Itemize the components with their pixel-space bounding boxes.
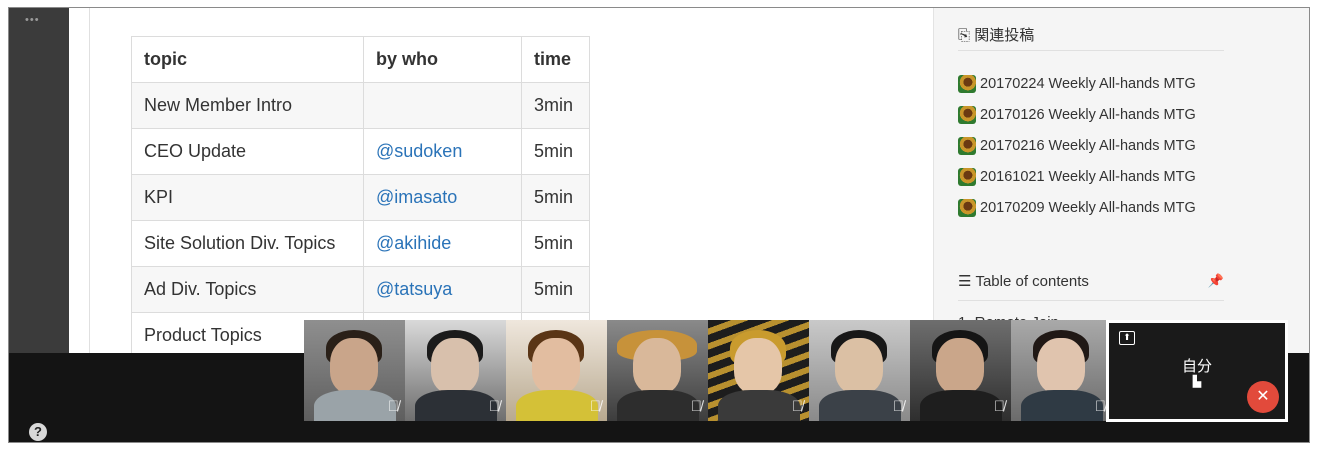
agenda-table: topic by who time New Member Intro 3min … — [131, 36, 590, 359]
related-post-link[interactable]: 20170126 Weekly All-hands MTG — [958, 99, 1196, 130]
presenter-mention-link[interactable]: @sudoken — [363, 128, 522, 175]
video-figure — [532, 338, 580, 394]
sidebar: ⎘ 関連投稿 20170224 Weekly All-hands MTG 201… — [933, 8, 1309, 353]
self-video-tile[interactable]: ⬆ 自分 ▙ ✕ — [1106, 320, 1288, 422]
video-figure — [819, 390, 901, 421]
presenter-mention-link[interactable]: @imasato — [363, 174, 522, 221]
mic-muted-icon: 🎙̸ — [488, 398, 500, 415]
video-figure — [835, 338, 883, 394]
related-post-link[interactable]: 20170216 Weekly All-hands MTG — [958, 130, 1196, 161]
video-figure — [920, 390, 1002, 421]
window-menu-dots[interactable]: ••• — [25, 14, 40, 26]
mic-muted-icon: 🎙̸ — [1094, 398, 1106, 415]
pin-icon[interactable]: 📌 — [1208, 273, 1224, 289]
related-post-title: 20170126 Weekly All-hands MTG — [980, 106, 1196, 123]
help-icon[interactable]: ? — [29, 423, 47, 441]
related-post-link[interactable]: 20170209 Weekly All-hands MTG — [958, 192, 1196, 223]
presenter-mention-link[interactable]: @tatsuya — [363, 266, 522, 313]
participant-video-tile[interactable]: 🎙̸ — [405, 320, 506, 421]
related-posts-heading: ⎘ 関連投稿 — [958, 24, 1034, 45]
related-post-link[interactable]: 20170224 Weekly All-hands MTG — [958, 68, 1196, 99]
related-post-title: 20170216 Weekly All-hands MTG — [980, 137, 1196, 154]
table-row: Site Solution Div. Topics @akihide 5min — [131, 220, 590, 267]
mic-muted-icon: 🎙̸ — [690, 398, 702, 415]
video-figure — [734, 338, 782, 394]
video-figure — [617, 390, 699, 421]
presenter-mention-link[interactable]: @akihide — [363, 220, 522, 267]
main-content: topic by who time New Member Intro 3min … — [69, 8, 933, 359]
time-cell: 3min — [521, 82, 590, 129]
column-header-by-who: by who — [363, 36, 522, 83]
presenter-cell — [363, 82, 522, 129]
author-avatar — [958, 136, 976, 155]
related-posts-list: 20170224 Weekly All-hands MTG 20170126 W… — [958, 68, 1196, 223]
mic-muted-icon: 🎙̸ — [892, 398, 904, 415]
participant-video-tile[interactable]: 🎙̸ — [607, 320, 708, 421]
participant-video-tile[interactable]: 🎙̸ — [506, 320, 607, 421]
topic-cell: CEO Update — [131, 128, 364, 175]
time-cell: 5min — [521, 174, 590, 221]
mic-muted-icon: 🎙̸ — [387, 398, 399, 415]
left-rail: ••• — [9, 8, 69, 353]
participant-video-tile[interactable]: 🎙̸ — [1011, 320, 1112, 421]
divider — [958, 50, 1224, 51]
table-row: New Member Intro 3min — [131, 82, 590, 129]
video-figure — [314, 390, 396, 421]
author-avatar — [958, 74, 976, 93]
author-avatar — [958, 198, 976, 217]
participant-tiles: 🎙̸ 🎙̸ 🎙̸ 🎙̸ 🎙̸ 🎙̸ 🎙̸ 🎙̸ — [304, 320, 1112, 421]
author-avatar — [958, 167, 976, 186]
video-figure — [1021, 390, 1103, 421]
topic-cell: Site Solution Div. Topics — [131, 220, 364, 267]
time-cell: 5min — [521, 220, 590, 267]
mic-muted-icon: 🎙̸ — [993, 398, 1005, 415]
participant-video-tile[interactable]: 🎙̸ — [910, 320, 1011, 421]
participant-video-tile[interactable]: 🎙̸ — [304, 320, 405, 421]
video-figure — [431, 338, 479, 394]
video-figure — [330, 338, 378, 394]
mic-muted-icon: 🎙̸ — [589, 398, 601, 415]
column-header-topic: topic — [131, 36, 364, 83]
video-figure — [936, 338, 984, 394]
video-figure — [1037, 338, 1085, 394]
topic-cell: New Member Intro — [131, 82, 364, 129]
related-post-title: 20170224 Weekly All-hands MTG — [980, 75, 1196, 92]
author-avatar — [958, 105, 976, 124]
mic-muted-icon: 🎙̸ — [791, 398, 803, 415]
time-cell: 5min — [521, 266, 590, 313]
table-row: CEO Update @sudoken 5min — [131, 128, 590, 175]
topic-cell: Ad Div. Topics — [131, 266, 364, 313]
mic-muted-button[interactable]: ✕ — [1247, 381, 1279, 413]
related-post-title: 20170209 Weekly All-hands MTG — [980, 199, 1196, 216]
content-divider — [89, 8, 90, 353]
video-figure — [516, 390, 598, 421]
list-icon: ☰ — [958, 273, 972, 290]
video-figure — [718, 390, 800, 421]
participant-video-tile[interactable]: 🎙̸ — [708, 320, 809, 421]
table-row: KPI @imasato 5min — [131, 174, 590, 221]
related-post-title: 20161021 Weekly All-hands MTG — [980, 168, 1196, 185]
video-figure — [633, 338, 681, 394]
toc-title: Table of contents — [975, 272, 1089, 290]
toc-heading: ☰ Table of contents 📌 — [958, 272, 1224, 291]
video-figure — [415, 390, 497, 421]
related-post-link[interactable]: 20161021 Weekly All-hands MTG — [958, 161, 1196, 192]
share-screen-icon[interactable]: ⬆ — [1119, 331, 1135, 345]
table-row: Ad Div. Topics @tatsuya 5min — [131, 266, 590, 313]
related-posts-icon: ⎘ — [958, 27, 971, 44]
divider — [958, 300, 1224, 301]
participant-video-tile[interactable]: 🎙̸ — [809, 320, 910, 421]
table-header-row: topic by who time — [131, 36, 590, 83]
self-label: 自分 — [1181, 358, 1212, 375]
related-posts-title: 関連投稿 — [974, 27, 1035, 44]
topic-cell: KPI — [131, 174, 364, 221]
column-header-time: time — [521, 36, 590, 83]
time-cell: 5min — [521, 128, 590, 175]
